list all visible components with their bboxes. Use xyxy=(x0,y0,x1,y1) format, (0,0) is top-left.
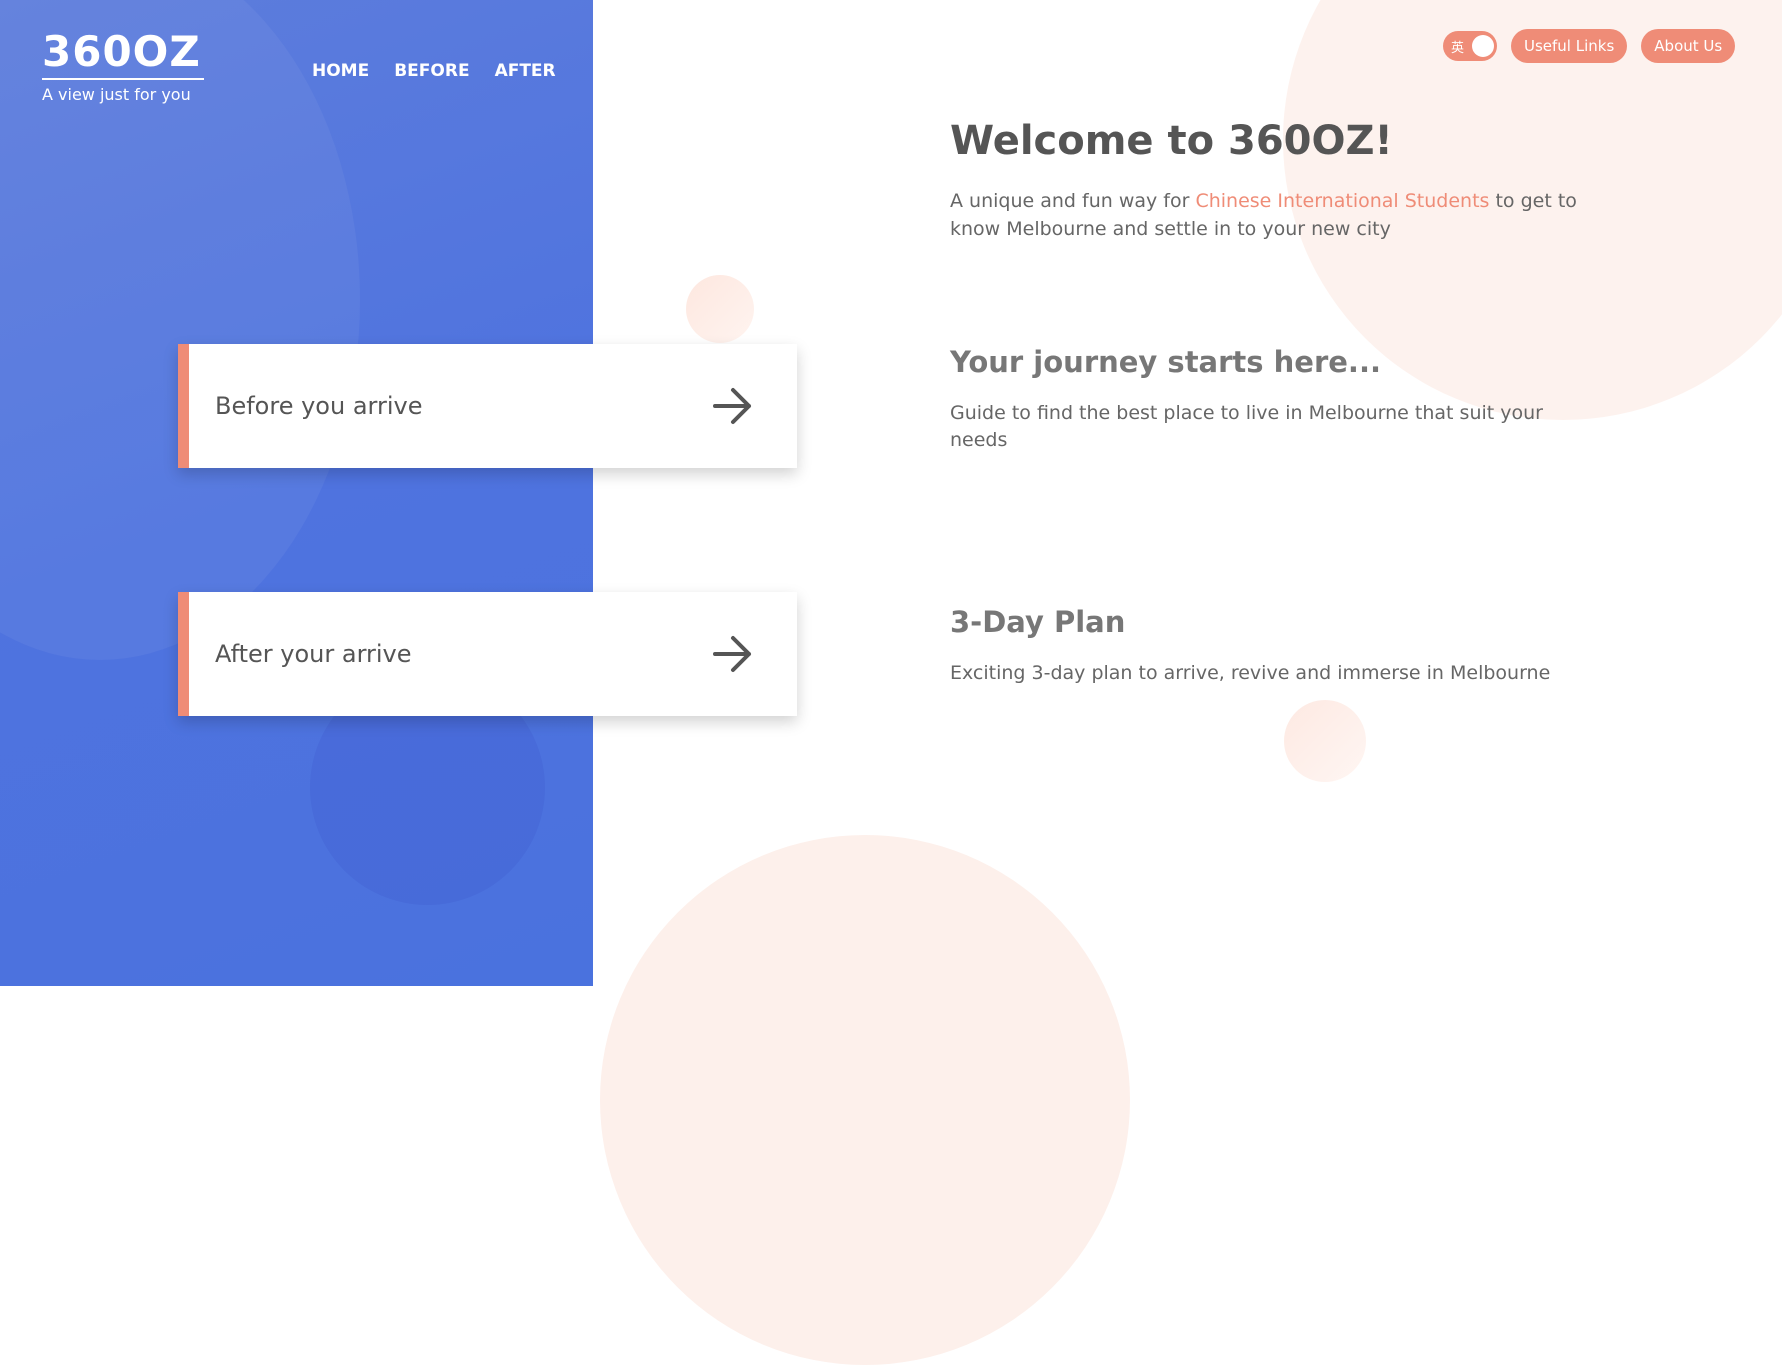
nav-item-home[interactable]: HOME xyxy=(312,61,369,81)
arrow-right-icon xyxy=(711,632,755,676)
logo-divider xyxy=(42,78,204,80)
decorative-circle xyxy=(1284,700,1366,782)
after-arrive-card[interactable]: After your arrive xyxy=(178,592,797,716)
about-us-button[interactable]: About Us xyxy=(1641,29,1736,63)
highlight-text: Chinese International Students xyxy=(1195,190,1490,212)
arrow-right-icon xyxy=(711,384,755,428)
card-label: After your arrive xyxy=(215,640,412,668)
before-arrive-card[interactable]: Before you arrive xyxy=(178,344,797,468)
hero-left-panel xyxy=(0,0,593,986)
decorative-circle xyxy=(686,275,754,343)
main-nav: HOME BEFORE AFTER xyxy=(312,61,556,81)
journey-heading: Your journey starts here... xyxy=(950,345,1381,379)
journey-description: Guide to find the best place to live in … xyxy=(950,402,1543,451)
useful-links-button[interactable]: Useful Links xyxy=(1511,29,1628,63)
page-title: Welcome to 360OZ! xyxy=(950,118,1393,164)
brand-logo[interactable]: 360OZ A view just for you xyxy=(42,28,204,104)
plan-description: Exciting 3-day plan to arrive, revive an… xyxy=(950,662,1551,684)
toggle-knob xyxy=(1472,35,1494,57)
logo-tagline: A view just for you xyxy=(42,85,191,104)
welcome-desc-prefix: A unique and fun way for xyxy=(950,190,1196,212)
language-toggle-label: 英 xyxy=(1451,41,1465,56)
plan-heading: 3-Day Plan xyxy=(950,605,1126,639)
language-toggle[interactable]: 英 xyxy=(1443,31,1497,61)
logo-mark: 360OZ xyxy=(42,27,201,76)
nav-item-after[interactable]: AFTER xyxy=(495,61,556,81)
decorative-circle xyxy=(600,835,1130,1365)
nav-item-before[interactable]: BEFORE xyxy=(394,61,469,81)
card-label: Before you arrive xyxy=(215,392,423,420)
header-controls: 英 Useful Links About Us xyxy=(1443,29,1736,63)
welcome-description: A unique and fun way for Chinese Interna… xyxy=(950,187,1590,243)
